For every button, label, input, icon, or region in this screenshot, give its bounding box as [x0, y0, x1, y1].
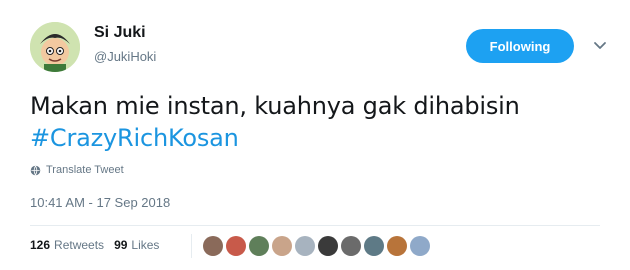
avatar[interactable] [30, 22, 80, 72]
liker-avatar[interactable] [249, 236, 269, 256]
liker-avatar[interactable] [203, 236, 223, 256]
tweet-text: Makan mie instan, kuahnya gak dihabisin … [30, 90, 520, 154]
translate-tweet-link[interactable]: Translate Tweet [30, 164, 124, 176]
liker-avatar[interactable] [387, 236, 407, 256]
stats-divider [191, 234, 192, 258]
divider [30, 225, 600, 226]
tweet-timestamp[interactable]: 10:41 AM - 17 Sep 2018 [30, 195, 170, 210]
translate-label: Translate Tweet [46, 164, 124, 176]
liker-avatar[interactable] [295, 236, 315, 256]
retweets-label: Retweets [54, 238, 105, 252]
liker-avatar[interactable] [226, 236, 246, 256]
retweets-count: 126 [30, 238, 51, 252]
liker-avatar[interactable] [318, 236, 338, 256]
tweet-body: Makan mie instan, kuahnya gak dihabisin [30, 92, 520, 120]
tweet-stats: 126 Retweets 99 Likes [30, 238, 169, 252]
display-name[interactable]: Si Juki [94, 24, 146, 42]
liker-avatar[interactable] [272, 236, 292, 256]
likes-label: Likes [131, 238, 160, 252]
liker-avatar[interactable] [410, 236, 430, 256]
likes-stat[interactable]: 99 Likes [114, 238, 159, 252]
globe-icon [30, 165, 41, 176]
liker-avatar[interactable] [341, 236, 361, 256]
username[interactable]: @JukiHoki [94, 49, 156, 64]
cartoon-avatar-icon [30, 22, 80, 72]
likes-count: 99 [114, 238, 128, 252]
liker-avatar[interactable] [364, 236, 384, 256]
liker-avatars [203, 236, 433, 256]
retweets-stat[interactable]: 126 Retweets [30, 238, 104, 252]
chevron-down-icon[interactable] [593, 38, 607, 52]
following-button[interactable]: Following [466, 29, 574, 63]
hashtag-link[interactable]: #CrazyRichKosan [30, 122, 520, 154]
